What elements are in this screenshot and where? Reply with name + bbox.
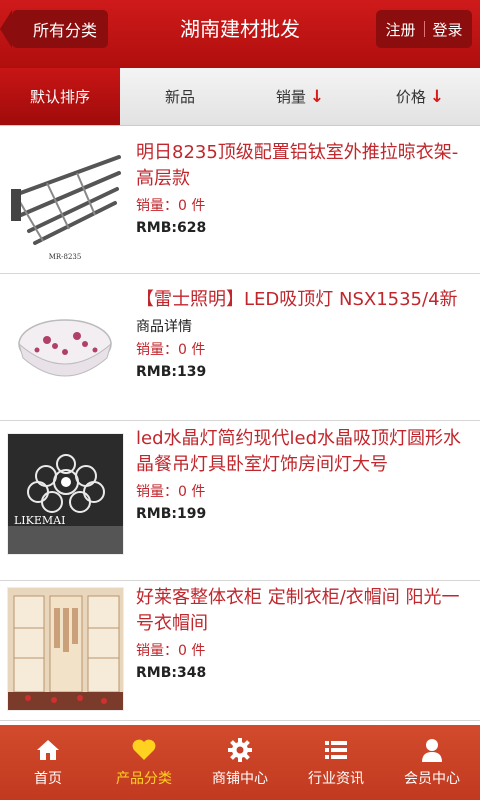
sort-down-arrow-icon: ↓ (309, 86, 325, 107)
product-item[interactable]: MR-8235 明日8235顶级配置铝钛室外推拉晾衣架-高层款 销量：0 件 R… (0, 127, 480, 274)
product-sales: 销量：0 件 (136, 198, 206, 214)
auth-buttons: 注册 登录 (376, 10, 472, 48)
tab-label: 行业资讯 (308, 771, 364, 787)
tab-product-category[interactable]: 产品分类 (96, 725, 192, 800)
product-price: RMB:199 (136, 506, 207, 522)
divider (423, 21, 425, 37)
list-icon (325, 741, 347, 759)
sort-tab-label: 新品 (164, 88, 195, 106)
sort-tab-default[interactable]: 默认排序 (0, 68, 120, 125)
sort-tab-sales[interactable]: 销量 ↓ (240, 68, 360, 125)
bottom-tab-bar: 首页 产品分类 商铺中心 行业资讯 会员中心 (0, 725, 480, 800)
sort-tab-price[interactable]: 价格 ↓ (360, 68, 480, 125)
sort-tab-label: 价格 (395, 88, 426, 106)
product-price: RMB:139 (136, 364, 207, 380)
sort-tab-label: 默认排序 (29, 88, 90, 106)
product-item[interactable]: LIKEMAI led水晶灯简约现代led水晶吸顶灯圆形水晶餐吊灯具卧室灯饰房间… (0, 421, 480, 581)
product-image[interactable]: MR-8235 (7, 137, 124, 265)
top-header: 所有分类 湖南建材批发 注册 登录 (0, 0, 480, 68)
product-image[interactable] (7, 284, 124, 412)
sort-tab-new[interactable]: 新品 (120, 68, 240, 125)
tab-shop-center[interactable]: 商铺中心 (192, 725, 288, 800)
user-icon (422, 739, 442, 762)
tab-member-center[interactable]: 会员中心 (384, 725, 480, 800)
sort-bar: 默认排序 新品 销量 ↓ 价格 ↓ (0, 68, 480, 126)
product-detail-link[interactable]: 商品详情 (136, 316, 470, 336)
all-categories-label: 所有分类 (32, 21, 97, 40)
product-sales: 销量：0 件 (136, 484, 206, 500)
heart-icon (132, 739, 156, 760)
product-price: RMB:628 (136, 220, 207, 236)
product-price: RMB:348 (136, 665, 207, 681)
product-info: 好莱客整体衣柜 定制衣柜/衣帽间 阳光一号衣帽间 销量：0 件 RMB:348 (136, 585, 470, 681)
product-list: MR-8235 明日8235顶级配置铝钛室外推拉晾衣架-高层款 销量：0 件 R… (0, 127, 480, 721)
tab-label: 产品分类 (116, 771, 172, 787)
product-title[interactable]: 【雷士照明】LED吸顶灯 NSX1535/4新 (136, 287, 470, 313)
home-icon (37, 740, 59, 760)
brand-watermark: LIKEMAI (14, 514, 65, 527)
login-button[interactable]: 登录 (433, 19, 463, 40)
product-image[interactable] (7, 587, 124, 711)
tab-label: 会员中心 (404, 771, 460, 787)
tab-label: 商铺中心 (212, 771, 268, 787)
product-info: led水晶灯简约现代led水晶吸顶灯圆形水晶餐吊灯具卧室灯饰房间灯大号 销量：0… (136, 426, 470, 522)
tab-label: 首页 (34, 771, 62, 787)
product-sales: 销量：0 件 (136, 342, 206, 358)
register-button[interactable]: 注册 (385, 19, 415, 40)
product-info: 明日8235顶级配置铝钛室外推拉晾衣架-高层款 销量：0 件 RMB:628 (136, 140, 470, 236)
tab-industry-news[interactable]: 行业资讯 (288, 725, 384, 800)
product-title[interactable]: 明日8235顶级配置铝钛室外推拉晾衣架-高层款 (136, 140, 470, 192)
product-item[interactable]: 【雷士照明】LED吸顶灯 NSX1535/4新 商品详情 销量：0 件 RMB:… (0, 274, 480, 421)
gear-icon (228, 738, 252, 762)
sort-tab-label: 销量 (275, 88, 306, 106)
product-image[interactable]: LIKEMAI (7, 433, 124, 555)
product-sales: 销量：0 件 (136, 643, 206, 659)
tab-home[interactable]: 首页 (0, 725, 96, 800)
product-title[interactable]: 好莱客整体衣柜 定制衣柜/衣帽间 阳光一号衣帽间 (136, 585, 470, 637)
product-info: 【雷士照明】LED吸顶灯 NSX1535/4新 商品详情 销量：0 件 RMB:… (136, 287, 470, 380)
all-categories-button[interactable]: 所有分类 (0, 10, 108, 48)
sort-down-arrow-icon: ↓ (429, 86, 445, 107)
product-item[interactable]: 好莱客整体衣柜 定制衣柜/衣帽间 阳光一号衣帽间 销量：0 件 RMB:348 (0, 581, 480, 721)
product-title[interactable]: led水晶灯简约现代led水晶吸顶灯圆形水晶餐吊灯具卧室灯饰房间灯大号 (136, 426, 470, 478)
model-label: MR-8235 (49, 253, 82, 261)
